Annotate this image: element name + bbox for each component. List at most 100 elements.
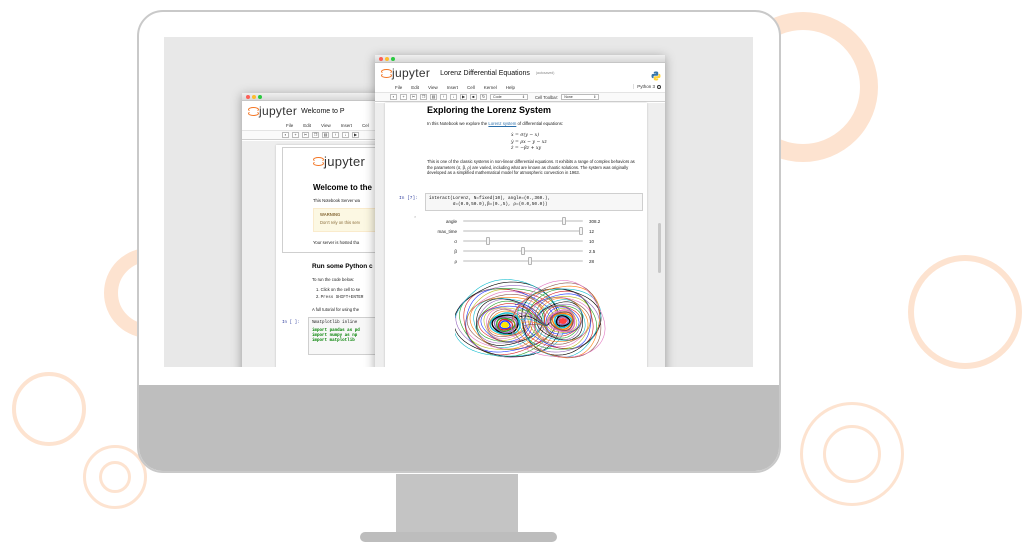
copy-icon: ❐ xyxy=(313,132,318,137)
slider-handle[interactable] xyxy=(579,227,583,235)
equation-z: ż = −βz + xy xyxy=(511,146,542,151)
lorenz-equations: ẋ = σ(y − x) ẏ = ρx − y − xz ż = −βz + x… xyxy=(511,133,547,153)
menu-insert[interactable]: Insert xyxy=(447,85,458,90)
jupyter-large-logo-text: jupyter xyxy=(324,154,366,169)
run-button[interactable]: ▶ xyxy=(352,132,359,138)
run-intro-text: To run the code below: xyxy=(312,277,355,282)
menu-cell[interactable]: Cell xyxy=(467,85,475,90)
move-up-button[interactable]: ↑ xyxy=(440,94,447,100)
move-up-button[interactable]: ↑ xyxy=(332,132,339,138)
slider-sigma[interactable]: σ 10 xyxy=(405,237,594,245)
jupyter-logo[interactable]: jupyter xyxy=(248,104,297,118)
slider-track[interactable] xyxy=(463,237,583,245)
kernel-indicator[interactable]: Python 3 xyxy=(633,84,661,89)
menu-file[interactable]: File xyxy=(395,85,402,90)
attractor-core xyxy=(501,322,509,328)
menu-edit[interactable]: Edit xyxy=(411,85,419,90)
decor-ring-bottom-right-inner xyxy=(823,425,881,483)
monitor-stand xyxy=(396,474,518,536)
cell-type-select[interactable]: Code ⇕ xyxy=(490,94,528,100)
code-cell[interactable]: interact(Lorenz, N=fixed(10), angle=(0.,… xyxy=(425,193,643,211)
lorenz-system-link[interactable]: Lorenz system xyxy=(488,121,516,126)
menu-insert[interactable]: Insert xyxy=(341,123,352,128)
menu-edit[interactable]: Edit xyxy=(303,123,311,128)
maximize-window-button[interactable] xyxy=(258,95,262,99)
menu-kernel[interactable]: Kernel xyxy=(484,85,497,90)
close-window-button[interactable] xyxy=(246,95,250,99)
insert-cell-button[interactable]: + xyxy=(400,94,407,100)
save-button[interactable]: ▪ xyxy=(390,94,397,100)
copy-button[interactable]: ❐ xyxy=(420,94,427,100)
slider-beta[interactable]: β 2.5 xyxy=(405,247,595,255)
python-logo-icon xyxy=(651,68,661,81)
slider-handle[interactable] xyxy=(562,217,567,225)
paste-icon: ▤ xyxy=(431,94,436,99)
monitor-screen: jupyter Welcome to P File Edit View Inse… xyxy=(164,37,753,367)
paste-button[interactable]: ▤ xyxy=(430,94,437,100)
monitor-chin xyxy=(139,385,779,471)
select-arrows-icon: ⇕ xyxy=(593,95,597,99)
jupyter-logo-text: jupyter xyxy=(392,66,431,80)
menu-view[interactable]: View xyxy=(321,123,331,128)
jupyter-logo[interactable]: jupyter xyxy=(381,66,430,80)
move-down-button[interactable]: ↓ xyxy=(342,132,349,138)
slider-track[interactable] xyxy=(463,227,583,235)
slider-label: σ xyxy=(454,238,457,244)
slider-handle[interactable] xyxy=(521,247,525,255)
slider-value[interactable]: 2.5 xyxy=(589,249,595,254)
paste-button[interactable]: ▤ xyxy=(322,132,329,138)
attractor-core xyxy=(559,318,567,324)
slider-track[interactable] xyxy=(463,217,583,225)
copy-button[interactable]: ❐ xyxy=(312,132,319,138)
vertical-scrollbar[interactable] xyxy=(658,223,661,273)
restart-button[interactable]: ↻ xyxy=(480,94,487,100)
paste-icon: ▤ xyxy=(323,132,328,137)
stop-icon: ■ xyxy=(472,94,475,99)
save-button[interactable]: ▪ xyxy=(282,132,289,138)
minimize-window-button[interactable] xyxy=(252,95,256,99)
notebook-title[interactable]: Lorenz Differential Equations xyxy=(440,70,530,77)
arrow-up-icon: ↑ xyxy=(334,132,337,137)
cut-button[interactable]: ✂ xyxy=(410,94,417,100)
slider-value[interactable]: 28 xyxy=(589,259,594,264)
slider-rho[interactable]: ρ 28 xyxy=(405,257,594,265)
menu-help[interactable]: Help xyxy=(506,85,515,90)
close-window-button[interactable] xyxy=(379,57,383,61)
slider-label: ρ xyxy=(454,258,457,264)
slider-angle[interactable]: angle 308.2 xyxy=(405,217,600,225)
slider-label: angle xyxy=(445,218,457,224)
slider-track[interactable] xyxy=(463,247,583,255)
slider-handle[interactable] xyxy=(486,237,491,245)
minimize-window-button[interactable] xyxy=(385,57,389,61)
slider-handle[interactable] xyxy=(527,257,532,265)
menu-cell[interactable]: Cel xyxy=(362,123,369,128)
slider-value[interactable]: 12 xyxy=(589,229,594,234)
move-down-button[interactable]: ↓ xyxy=(450,94,457,100)
menu-view[interactable]: View xyxy=(428,85,438,90)
lorenz-attractor-plot xyxy=(455,279,606,359)
arrow-down-icon: ↓ xyxy=(344,132,347,137)
cell-toolbar-select[interactable]: None ⇕ xyxy=(561,94,600,100)
lorenz-notebook-window[interactable]: jupyter Lorenz Differential Equations (a… xyxy=(375,55,665,367)
jupyter-logo-text: jupyter xyxy=(259,104,298,118)
save-icon: ▪ xyxy=(392,94,395,99)
slider-value[interactable]: 308.2 xyxy=(589,219,600,224)
cut-icon: ✂ xyxy=(303,132,308,137)
slider-value[interactable]: 10 xyxy=(589,239,594,244)
insert-cell-button[interactable]: + xyxy=(292,132,299,138)
notebook-title[interactable]: Welcome to P xyxy=(301,108,344,115)
maximize-window-button[interactable] xyxy=(391,57,395,61)
decor-ring-left xyxy=(12,372,86,446)
notebook-body[interactable]: Exploring the Lorenz System In this Note… xyxy=(375,103,665,367)
hosted-text: Your server is hosted tha xyxy=(313,240,360,245)
slider-track[interactable] xyxy=(463,257,583,265)
select-arrows-icon: ⇕ xyxy=(521,95,525,99)
run-icon: ▶ xyxy=(353,132,358,137)
cut-button[interactable]: ✂ xyxy=(302,132,309,138)
arrow-down-icon: ↓ xyxy=(452,94,455,99)
slider-max-time[interactable]: max_time 12 xyxy=(405,227,594,235)
menu-file[interactable]: File xyxy=(286,123,293,128)
run-button[interactable]: ▶ xyxy=(460,94,467,100)
slider-label: β xyxy=(454,248,457,254)
interrupt-button[interactable]: ■ xyxy=(470,94,477,100)
